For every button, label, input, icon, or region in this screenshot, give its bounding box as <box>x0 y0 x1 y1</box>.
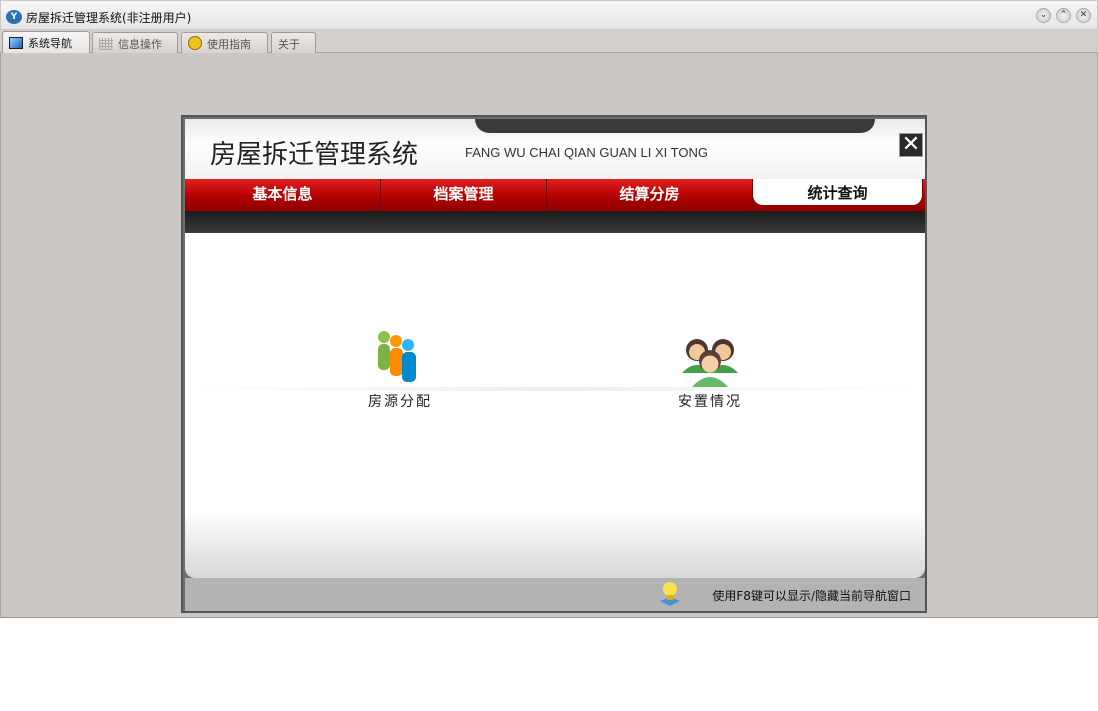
tab-info-ops[interactable]: 信息操作 <box>92 32 178 53</box>
grid-icon <box>99 38 113 50</box>
sub-bar <box>185 211 925 233</box>
nav-basic-info[interactable]: 基本信息 <box>185 179 381 211</box>
item-resettlement[interactable]: 安置情况 <box>665 333 755 411</box>
system-subtitle: FANG WU CHAI QIAN GUAN LI XI TONG <box>465 145 708 160</box>
header-notch <box>475 119 875 133</box>
minimize-button[interactable]: ⌄ <box>1036 8 1051 23</box>
tab-strip: 系统导航 信息操作 使用指南 关于 <box>0 30 1098 53</box>
close-panel-button[interactable]: ✕ <box>899 133 923 157</box>
item-label: 安置情况 <box>678 394 742 410</box>
panel-footer: 使用F8键可以显示/隐藏当前导航窗口 <box>185 578 925 611</box>
system-title: 房屋拆迁管理系统 <box>210 140 419 170</box>
tab-system-nav[interactable]: 系统导航 <box>2 31 90 53</box>
nav-settlement[interactable]: 结算分房 <box>547 179 753 211</box>
nav-panel: 房屋拆迁管理系统 FANG WU CHAI QIAN GUAN LI XI TO… <box>181 115 927 613</box>
nav-statistics[interactable]: 统计查询 <box>753 179 923 205</box>
lightbulb-icon <box>660 582 680 606</box>
window-title: 房屋拆迁管理系统(非注册用户) <box>26 11 192 25</box>
tab-label: 系统导航 <box>28 37 72 50</box>
close-window-button[interactable]: ✕ <box>1076 8 1091 23</box>
item-housing-allocation[interactable]: 房源分配 <box>355 329 445 411</box>
tab-label: 使用指南 <box>207 38 251 51</box>
item-label: 房源分配 <box>368 394 432 410</box>
help-icon <box>188 36 202 50</box>
nav-archive[interactable]: 档案管理 <box>381 179 547 211</box>
panel-body: 房源分配 安置情况 <box>185 233 925 578</box>
tab-about[interactable]: 关于 <box>271 32 316 53</box>
maximize-button[interactable]: ⌃ <box>1056 8 1071 23</box>
title-bar: Y 房屋拆迁管理系统(非注册用户) ⌄ ⌃ ✕ <box>0 0 1098 30</box>
f8-tip: 使用F8键可以显示/隐藏当前导航窗口 <box>712 589 911 603</box>
people-color-icon <box>378 331 416 382</box>
tab-guide[interactable]: 使用指南 <box>181 32 268 53</box>
tab-label: 关于 <box>278 38 300 51</box>
tab-label: 信息操作 <box>118 38 162 51</box>
panel-nav: 基本信息 档案管理 结算分房 统计查询 <box>185 179 925 211</box>
monitor-icon <box>9 37 23 49</box>
panel-header: 房屋拆迁管理系统 FANG WU CHAI QIAN GUAN LI XI TO… <box>185 119 925 179</box>
app-logo-icon: Y <box>6 10 22 24</box>
divider <box>190 387 920 391</box>
users-group-icon <box>682 339 738 387</box>
